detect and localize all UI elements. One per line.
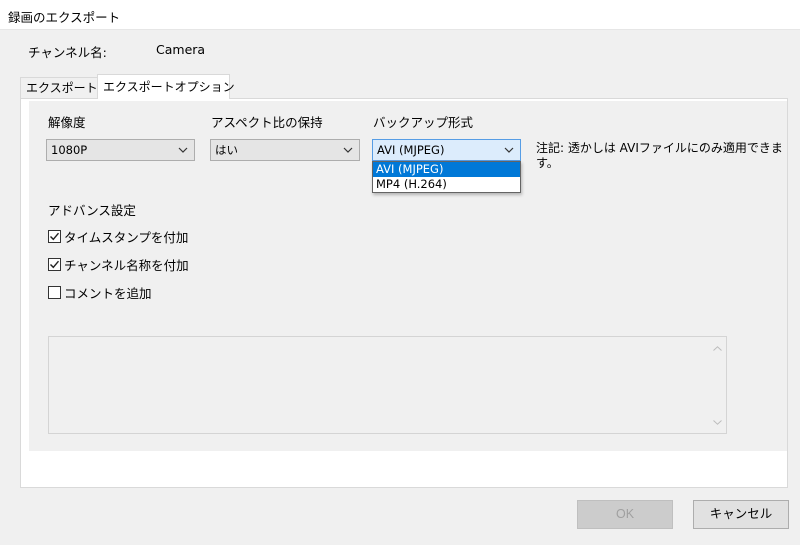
chevron-down-icon xyxy=(178,140,188,160)
chevron-down-icon xyxy=(343,140,353,160)
checkmark-icon xyxy=(50,232,60,241)
scroll-down-icon[interactable] xyxy=(712,417,723,427)
aspect-ratio-label: アスペクト比の保持 xyxy=(211,115,323,130)
channel-name-checkbox-label: チャンネル名称を付加 xyxy=(64,258,189,273)
window-title: 録画のエクスポート xyxy=(8,10,121,25)
backup-format-select[interactable]: AVI (MJPEG) xyxy=(372,139,521,161)
channel-name-value: Camera xyxy=(156,42,206,57)
checkmark-icon xyxy=(50,260,60,269)
resolution-value: 1080P xyxy=(51,143,88,157)
timestamp-checkbox-label: タイムスタンプを付加 xyxy=(64,230,189,245)
channel-name-checkbox-row[interactable]: チャンネル名称を付加 xyxy=(48,255,189,274)
comment-checkbox-row[interactable]: コメントを追加 xyxy=(48,283,152,302)
resolution-select[interactable]: 1080P xyxy=(46,139,195,161)
watermark-note: 注記: 透かしは AVIファイルにのみ適用できま す。 xyxy=(536,141,798,171)
tab-export[interactable]: エクスポート xyxy=(20,77,98,99)
backup-format-value: AVI (MJPEG) xyxy=(377,143,445,157)
ok-button[interactable]: OK xyxy=(577,500,673,529)
timestamp-checkbox-row[interactable]: タイムスタンプを付加 xyxy=(48,227,188,246)
resolution-label: 解像度 xyxy=(48,115,86,130)
backup-format-label: バックアップ形式 xyxy=(373,115,474,130)
backup-option-avi[interactable]: AVI (MJPEG) xyxy=(373,162,520,177)
aspect-ratio-select[interactable]: はい xyxy=(210,139,360,161)
title-bar: 録画のエクスポート xyxy=(0,0,800,30)
channel-name-label: チャンネル名: xyxy=(28,45,107,60)
comment-textarea[interactable] xyxy=(48,336,727,434)
backup-option-mp4[interactable]: MP4 (H.264) xyxy=(373,177,520,192)
backup-format-dropdown: AVI (MJPEG) MP4 (H.264) xyxy=(372,161,521,193)
tab-export-options[interactable]: エクスポートオプション xyxy=(97,74,235,99)
comment-checkbox[interactable] xyxy=(48,286,61,299)
advanced-settings-heading: アドバンス設定 xyxy=(48,203,136,218)
comment-scrollbar[interactable] xyxy=(709,337,726,433)
timestamp-checkbox[interactable] xyxy=(48,230,61,243)
channel-name-checkbox[interactable] xyxy=(48,258,61,271)
watermark-note-line1: 注記: 透かしは AVIファイルにのみ適用できま xyxy=(536,141,783,155)
cancel-button[interactable]: キャンセル xyxy=(693,500,789,529)
aspect-ratio-value: はい xyxy=(215,143,238,157)
watermark-note-line2: す。 xyxy=(536,156,559,170)
dialog-body: チャンネル名: Camera エクスポート エクスポートオプション 解像度 10… xyxy=(0,30,800,545)
scroll-up-icon[interactable] xyxy=(712,343,723,353)
comment-checkbox-label: コメントを追加 xyxy=(64,286,152,301)
chevron-down-icon xyxy=(504,140,514,160)
